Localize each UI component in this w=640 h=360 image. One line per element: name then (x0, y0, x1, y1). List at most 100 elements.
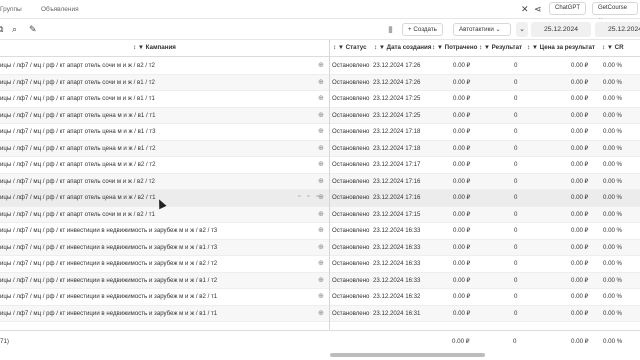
date-to[interactable]: 25.12.2024 (595, 22, 640, 37)
cell-spent: 0.00 ₽ (453, 78, 471, 86)
open-icon[interactable]: ▫ (307, 193, 309, 200)
edit-icon[interactable]: ▫ (316, 193, 318, 200)
add-icon[interactable]: ⊕ (318, 61, 324, 69)
cell-cpr: 0.00 ₽ (571, 62, 589, 69)
cell-campaign[interactable]: ицы / лф7 / мц / рф / кт апарт отель цен… (0, 128, 156, 135)
table-row[interactable]: ицы / лф7 / мц / рф / кт апарт отель соч… (0, 58, 640, 75)
table-header: ↕ ▼ Кампания ↕ ▼ Статус ↕ ▼ Дата создани… (0, 40, 640, 57)
header-spent-label: Потрачено (444, 44, 478, 51)
cell-campaign[interactable]: ицы / лф7 / мц / рф / кт апарт отель цен… (0, 194, 156, 201)
table-row[interactable]: ицы / лф7 / мц / рф / кт инвестиции в не… (0, 256, 640, 273)
table-row[interactable]: ицы / лф7 / мц / рф / кт апарт отель соч… (0, 91, 640, 108)
cell-campaign[interactable]: ицы / лф7 / мц / рф / кт инвестиции в не… (0, 310, 217, 317)
date-picker-toggle[interactable]: ⌄ (516, 22, 528, 37)
cell-campaign[interactable]: ицы / лф7 / мц / рф / кт инвестиции в не… (0, 244, 217, 251)
cell-campaign[interactable]: ицы / лф7 / мц / рф / кт апарт отель соч… (0, 95, 155, 102)
table-row[interactable]: ицы / лф7 / мц / рф / кт апарт отель цен… (0, 157, 640, 174)
cell-campaign[interactable]: ицы / лф7 / мц / рф / кт апарт отель соч… (0, 178, 155, 185)
cell-campaign[interactable]: ицы / лф7 / мц / рф / кт апарт отель цен… (0, 161, 156, 168)
table-row[interactable]: ицы / лф7 / мц / рф / кт апарт отель цен… (0, 140, 640, 157)
table-row[interactable]: ицы / лф7 / мц / рф / кт апарт отель цен… (0, 107, 640, 124)
add-icon[interactable]: ⊕ (318, 292, 324, 300)
header-created[interactable]: ↕ ▼ Дата создания (374, 44, 431, 51)
header-spent[interactable]: ↕ ▼ Потрачено (432, 44, 477, 51)
search-icon[interactable]: ⌕ (12, 24, 17, 34)
cell-campaign[interactable]: ицы / лф7 / мц / рф / кт инвестиции в не… (0, 260, 217, 267)
share-icon[interactable]: ⋖ (534, 4, 542, 14)
add-icon[interactable]: ⊕ (318, 226, 324, 234)
add-icon[interactable]: ⊕ (318, 177, 324, 185)
cell-status: Остановлено (332, 227, 370, 234)
cell-campaign[interactable]: ицы / лф7 / мц / рф / кт апарт отель соч… (0, 211, 155, 218)
header-cpr[interactable]: ↕ ▼ Цена за результат (527, 44, 595, 51)
cell-result: 0 (514, 210, 518, 218)
add-icon[interactable]: ⊕ (318, 210, 324, 218)
table-row[interactable]: ицы / лф7 / мц / рф / кт инвестиции в не… (0, 305, 640, 322)
close-icon[interactable]: ✕ (521, 4, 529, 14)
cell-cr: 0.00 % (603, 276, 622, 284)
add-icon[interactable]: ⊕ (318, 259, 324, 267)
chevron-down-icon: ⌄ (519, 26, 525, 33)
table-row[interactable]: ицы / лф7 / мц / рф / кт инвестиции в не… (0, 223, 640, 240)
cell-campaign[interactable]: ицы / лф7 / мц / рф / кт апарт отель соч… (0, 62, 155, 69)
add-icon[interactable]: ⊕ (318, 243, 324, 251)
cell-created: 23.12.2024 17:25 (373, 95, 421, 102)
table-row[interactable]: ицы / лф7 / мц / рф / кт апарт отель соч… (0, 173, 640, 190)
table-row[interactable]: ицы / лф7 / мц / рф / кт инвестиции в не… (0, 272, 640, 289)
header-campaign[interactable]: ↕ ▼ Кампания (133, 44, 176, 51)
edit-icon[interactable]: ✎ (29, 24, 37, 34)
add-icon[interactable]: ⊕ (318, 111, 324, 119)
table-row[interactable]: ицы / лф7 / мц / рф / кт апарт отель соч… (0, 74, 640, 91)
add-icon[interactable]: ⊕ (318, 144, 324, 152)
cell-campaign[interactable]: ицы / лф7 / мц / рф / кт апарт отель соч… (0, 79, 155, 86)
autotactics-dropdown[interactable]: Автотактики ⌄ (453, 23, 511, 36)
chevron-down-icon: ⌄ (495, 26, 501, 33)
date-from[interactable]: 25.12.2024 (531, 22, 591, 37)
table-row[interactable]: ицы / лф7 / мц / рф / кт апарт отель соч… (0, 206, 640, 223)
add-icon[interactable]: ⊕ (318, 276, 324, 284)
chatgpt-button[interactable]: ChatGPT (549, 2, 587, 15)
cell-result: 0 (514, 194, 518, 201)
cell-campaign[interactable]: ицы / лф7 / мц / рф / кт инвестиции в не… (0, 277, 217, 284)
copy-icon[interactable]: ⧉ (0, 24, 3, 34)
header-result[interactable]: ↕ ▼ Результат (479, 44, 522, 51)
add-icon[interactable]: ⊕ (318, 193, 324, 201)
add-icon[interactable]: ⊕ (318, 127, 324, 135)
add-icon[interactable]: ⊕ (318, 160, 324, 168)
horizontal-scrollbar[interactable] (330, 353, 485, 357)
cell-cpr: 0.00 ₽ (571, 243, 589, 251)
cell-spent: 0.00 ₽ (453, 144, 471, 152)
cell-status: Остановлено (332, 161, 370, 168)
create-button[interactable]: + Создать (402, 23, 443, 36)
cell-cr: 0.00 % (603, 111, 622, 119)
add-icon[interactable]: ⊕ (318, 309, 324, 317)
add-icon[interactable]: ⊕ (318, 78, 324, 86)
cell-campaign[interactable]: ицы / лф7 / мц / рф / кт апарт отель цен… (0, 112, 156, 119)
table-row[interactable]: ицы / лф7 / мц / рф / кт инвестиции в не… (0, 239, 640, 256)
cell-created: 23.12.2024 17:18 (373, 144, 421, 152)
header-cr[interactable]: ↕ ▼ CR (602, 44, 624, 51)
copy-icon[interactable]: ▫ (298, 193, 300, 200)
create-label: Создать (413, 26, 437, 33)
cell-spent: 0.00 ₽ (453, 194, 471, 201)
tab-ads[interactable]: Объявления (41, 6, 79, 13)
plus-icon: + (408, 26, 412, 33)
header-status[interactable]: ↕ ▼ Статус (333, 44, 367, 51)
cell-spent: 0.00 ₽ (453, 95, 471, 102)
trash-icon[interactable]: ▮ (388, 24, 393, 34)
table-row[interactable]: ицы / лф7 / мц / рф / кт инвестиции в не… (0, 289, 640, 306)
getcourse-dropdown[interactable]: GetCourse ⌄ (592, 2, 638, 22)
table-row[interactable]: ицы / лф7 / мц / рф / кт апарт отель цен… (0, 190, 640, 207)
cell-cr: 0.00 % (603, 161, 622, 168)
cell-spent: 0.00 ₽ (453, 276, 471, 284)
tab-groups[interactable]: Группы (0, 6, 22, 13)
cell-status: Остановлено (332, 210, 370, 218)
cell-campaign[interactable]: ицы / лф7 / мц / рф / кт апарт отель цен… (0, 145, 156, 152)
table-row[interactable]: ицы / лф7 / мц / рф / кт апарт отель цен… (0, 124, 640, 141)
cell-result: 0 (514, 177, 518, 185)
cell-campaign[interactable]: ицы / лф7 / мц / рф / кт инвестиции в не… (0, 293, 217, 300)
add-icon[interactable]: ⊕ (318, 94, 324, 102)
cell-status: Остановлено (332, 243, 370, 251)
footer-cr: 0.00 % (603, 338, 623, 345)
cell-campaign[interactable]: ицы / лф7 / мц / рф / кт инвестиции в не… (0, 227, 217, 234)
